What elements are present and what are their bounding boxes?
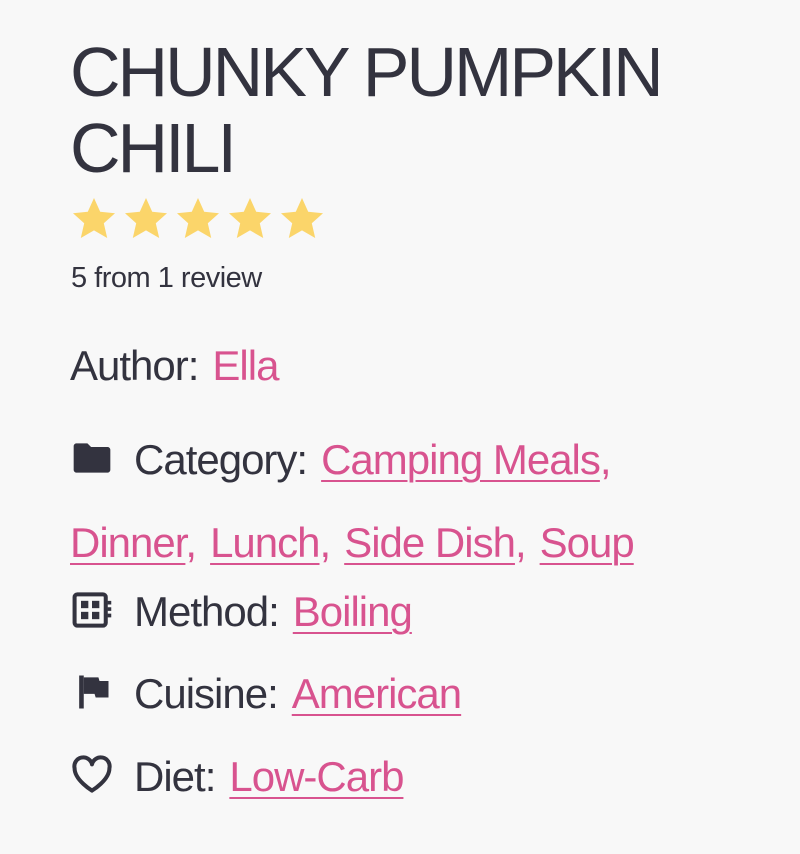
diet-row: Diet: Low-Carb: [70, 747, 770, 807]
method-link[interactable]: Boiling: [293, 588, 413, 635]
category-link-camping-meals[interactable]: Camping Meals: [321, 436, 601, 483]
rating-stars[interactable]: [70, 190, 326, 248]
star-icon[interactable]: [278, 195, 326, 243]
category-link-soup[interactable]: Soup: [540, 519, 635, 566]
heart-icon: [70, 753, 114, 797]
star-icon[interactable]: [70, 195, 118, 243]
category-link-dinner[interactable]: Dinner: [70, 519, 186, 566]
rating-summary: 5 from 1 review: [71, 262, 262, 294]
star-icon[interactable]: [174, 195, 222, 243]
diet-label: Diet:: [134, 753, 216, 800]
category-link-lunch[interactable]: Lunch: [210, 519, 320, 566]
flag-icon: [70, 670, 114, 714]
method-row: Method: Boiling: [70, 582, 770, 642]
separator: ,: [514, 519, 527, 566]
recipe-title: CHUNKY PUMPKIN CHILI: [70, 33, 664, 187]
category-row: Category: Camping Meals, Dinner, Lunch, Side…: [70, 418, 770, 584]
separator: ,: [599, 436, 612, 483]
cuisine-row: Cuisine: American: [70, 664, 770, 724]
author-link[interactable]: Ella: [212, 342, 279, 389]
recipe-card: CHUNKY PUMPKIN CHILI 5 from 1 review Aut…: [0, 0, 800, 854]
category-link-side-dish[interactable]: Side Dish: [344, 519, 516, 566]
category-label: Category:: [134, 436, 308, 483]
author-row: Author: Ella: [70, 336, 770, 396]
cuisine-link[interactable]: American: [292, 670, 462, 717]
stove-icon: [70, 588, 114, 632]
diet-link[interactable]: Low-Carb: [229, 753, 404, 800]
method-label: Method:: [134, 588, 280, 635]
separator: ,: [319, 519, 332, 566]
cuisine-label: Cuisine:: [134, 670, 279, 717]
separator: ,: [185, 519, 197, 566]
author-label: Author:: [70, 342, 199, 389]
star-icon[interactable]: [122, 195, 170, 243]
star-icon[interactable]: [226, 195, 274, 243]
folder-icon: [70, 436, 114, 480]
